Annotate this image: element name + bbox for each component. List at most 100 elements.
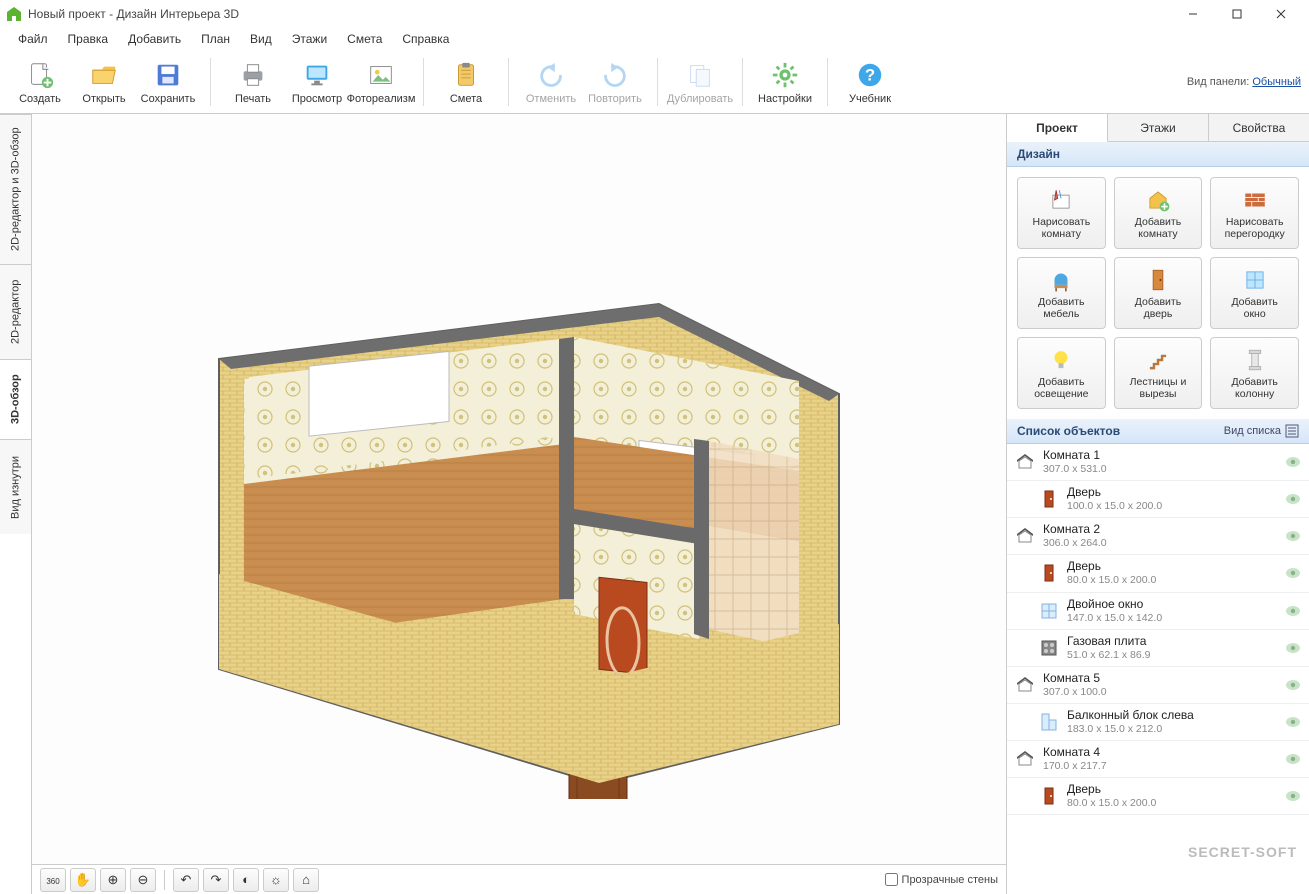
toolbar-separator [657,58,658,106]
rotate-left-icon: ↶ [181,872,192,888]
undo-icon [535,59,567,91]
bulb-icon [1047,346,1075,374]
photoreal-button[interactable]: Фотореализм [349,53,413,111]
visibility-eye-icon[interactable] [1285,456,1301,468]
object-row[interactable]: Дверь 100.0 x 15.0 x 200.0 [1007,481,1309,518]
object-row[interactable]: Газовая плита 51.0 x 62.1 x 86.9 [1007,630,1309,667]
visibility-eye-icon[interactable] [1285,567,1301,579]
object-name: Дверь [1067,559,1277,574]
panel-tab-project[interactable]: Проект [1007,114,1108,142]
toolbar-separator [742,58,743,106]
rotright-button[interactable]: ↷ [203,868,229,892]
list-view-icon[interactable] [1285,424,1299,438]
object-row[interactable]: Комната 5 307.0 x 100.0 [1007,667,1309,704]
brick-wall-icon [1241,186,1269,214]
door-icon [1144,266,1172,294]
draw-room-icon [1047,186,1075,214]
zoomout-button[interactable]: ⊖ [130,868,156,892]
object-name: Комната 4 [1043,745,1277,760]
object-row[interactable]: Двойное окно 147.0 x 15.0 x 142.0 [1007,593,1309,630]
view-tab-combo[interactable]: 2D-редактор и 3D-обзор [0,114,31,264]
zoom-out-icon: ⊖ [138,872,149,888]
add-window-button[interactable]: Добавить окно [1210,257,1299,329]
sun-button[interactable]: ☼ [263,868,289,892]
transparent-walls-checkbox[interactable] [885,873,898,886]
home-button[interactable]: ⌂ [293,868,319,892]
object-name: Двойное окно [1067,597,1277,612]
light-button[interactable]: ◐ [233,868,259,892]
panel-tab-props[interactable]: Свойства [1209,114,1309,141]
redo-button: Повторить [583,53,647,111]
add-room-button[interactable]: Добавить комнату [1114,177,1203,249]
transparent-walls-toggle[interactable]: Прозрачные стены [885,873,998,886]
object-dimensions: 51.0 x 62.1 x 86.9 [1067,649,1277,662]
create-button[interactable]: Создать [8,53,72,111]
menu-0[interactable]: Файл [8,29,58,49]
chair-icon [1047,266,1075,294]
object-dimensions: 80.0 x 15.0 x 200.0 [1067,797,1277,810]
object-row[interactable]: Балконный блок слева 183.0 x 15.0 x 212.… [1007,704,1309,741]
folder-open-icon [88,59,120,91]
pan-button[interactable]: ✋ [70,868,96,892]
minimize-button[interactable] [1171,0,1215,28]
add-furniture-button[interactable]: Добавить мебель [1017,257,1106,329]
print-button[interactable]: Печать [221,53,285,111]
visibility-eye-icon[interactable] [1285,605,1301,617]
menu-1[interactable]: Правка [58,29,119,49]
add-door-button[interactable]: Добавить дверь [1114,257,1203,329]
room-3d-model: 付="sena"/> [139,179,899,799]
estimate-button[interactable]: Смета [434,53,498,111]
redo-icon [599,59,631,91]
panel-tab-floors[interactable]: Этажи [1108,114,1209,141]
preview-button[interactable]: Просмотр [285,53,349,111]
menu-3[interactable]: План [191,29,240,49]
view-tab-2d[interactable]: 2D-редактор [0,264,31,359]
stairs-cuts-button[interactable]: Лестницы и вырезы [1114,337,1203,409]
rotate-360-icon: 360 [46,872,59,887]
panel-mode-link[interactable]: Обычный [1252,76,1301,88]
visibility-eye-icon[interactable] [1285,493,1301,505]
visibility-eye-icon[interactable] [1285,716,1301,728]
object-row[interactable]: Комната 2 306.0 x 264.0 [1007,518,1309,555]
visibility-eye-icon[interactable] [1285,790,1301,802]
settings-button[interactable]: Настройки [753,53,817,111]
open-button[interactable]: Открыть [72,53,136,111]
draw-wall-button[interactable]: Нарисовать перегородку [1210,177,1299,249]
view-tab-3d[interactable]: 3D-обзор [0,359,31,439]
add-room-icon [1144,186,1172,214]
object-row[interactable]: Комната 4 170.0 x 217.7 [1007,741,1309,778]
object-dimensions: 306.0 x 264.0 [1043,537,1277,550]
clipboard-icon [450,59,482,91]
close-button[interactable] [1259,0,1303,28]
rot360-button[interactable]: 360 [40,868,66,892]
maximize-button[interactable] [1215,0,1259,28]
save-button[interactable]: Сохранить [136,53,200,111]
statusbar-separator [164,870,165,890]
add-column-button[interactable]: Добавить колонну [1210,337,1299,409]
menu-4[interactable]: Вид [240,29,282,49]
help-button[interactable]: ?Учебник [838,53,902,111]
menu-5[interactable]: Этажи [282,29,337,49]
object-row[interactable]: Дверь 80.0 x 15.0 x 200.0 [1007,555,1309,592]
visibility-eye-icon[interactable] [1285,679,1301,691]
design-button-grid: Нарисовать комнатуДобавить комнатуНарисо… [1007,167,1309,419]
add-light-button[interactable]: Добавить освещение [1017,337,1106,409]
object-row[interactable]: Дверь 80.0 x 15.0 x 200.0 [1007,778,1309,815]
object-row[interactable]: Комната 1 307.0 x 531.0 [1007,444,1309,481]
rotleft-button[interactable]: ↶ [173,868,199,892]
save-icon [152,59,184,91]
menu-7[interactable]: Справка [392,29,459,49]
objects-list[interactable]: Комната 1 307.0 x 531.0 Дверь 100.0 x 15… [1007,444,1309,894]
visibility-eye-icon[interactable] [1285,642,1301,654]
object-name: Комната 2 [1043,522,1277,537]
canvas-3d[interactable]: 付="sena"/> [32,114,1006,864]
draw-room-button[interactable]: Нарисовать комнату [1017,177,1106,249]
menu-2[interactable]: Добавить [118,29,191,49]
help-icon: ? [854,59,886,91]
visibility-eye-icon[interactable] [1285,753,1301,765]
zoomin-button[interactable]: ⊕ [100,868,126,892]
undo-button: Отменить [519,53,583,111]
menu-6[interactable]: Смета [337,29,392,49]
view-tab-inside[interactable]: Вид изнутри [0,439,31,534]
visibility-eye-icon[interactable] [1285,530,1301,542]
